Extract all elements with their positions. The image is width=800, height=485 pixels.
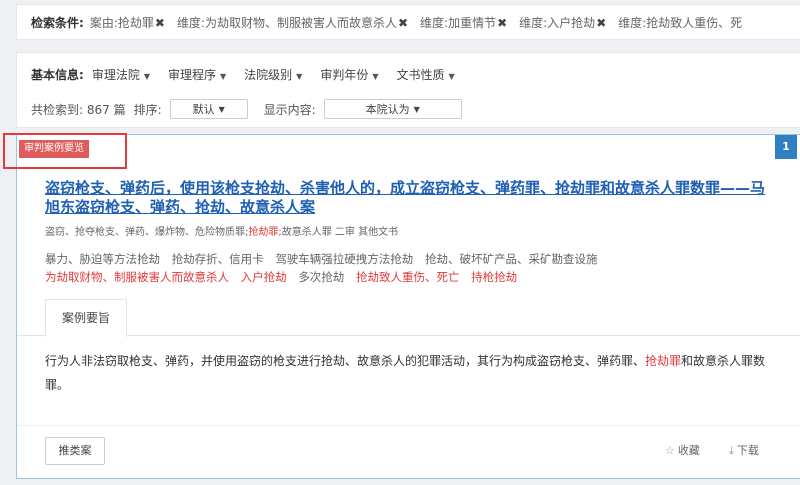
case-summary: 行为人非法窃取枪支、弹药，并使用盗窃的枪支进行抢劫、故意杀人的犯罪活动，其行为构… [45,354,766,392]
remove-icon[interactable]: ✖ [497,16,507,30]
similar-cases-button[interactable]: 推类案 [45,437,105,465]
tab-case-gist[interactable]: 案例要旨 [45,299,127,337]
dropdown-court-level[interactable]: 法院级别 ▼ [244,66,302,83]
keyword-highlighted[interactable]: 抢劫致人重伤、死亡 [356,270,460,284]
remove-icon[interactable]: ✖ [155,16,165,30]
case-card: 审判案例要览 1 盗窃枪支、弹药后，使用该枪支抢劫、杀害他人的，成立盗窃枪支、弹… [3,133,800,479]
caret-down-icon: ▼ [143,72,150,81]
case-meta: 盗窃、抢夺枪支、弹药、爆炸物、危险物质罪;抢劫罪;故意杀人罪 二审 其他文书 [45,227,399,238]
caret-down-icon: ▼ [220,72,227,81]
caret-down-icon: ▼ [448,72,455,81]
result-number-badge: 1 [775,135,797,159]
caret-down-icon: ▼ [296,72,303,81]
case-tabs: 案例要旨 [17,299,800,337]
basic-info-panel: 基本信息: 审理法院 ▼ 审理程序 ▼ 法院级别 ▼ 审判年份 ▼ 文书性质 ▼ 共检索到… [16,52,800,128]
dropdown-procedure[interactable]: 审理程序 ▼ [168,66,226,83]
caret-down-icon: ▼ [413,104,420,114]
caret-down-icon: ▼ [372,72,379,81]
filter-tag[interactable]: 维度:入户抢劫✖ [519,14,606,31]
filter-tag[interactable]: 案由:抢劫罪✖ [90,14,165,31]
result-count: 共检索到: 867 篇 [31,102,126,117]
dropdown-doc-type[interactable]: 文书性质 ▼ [397,66,455,83]
basic-info-label: 基本信息: [31,68,84,82]
keyword[interactable]: 抢劫、破坏矿产品、采矿勘查设施 [425,252,598,266]
sort-label: 排序: [133,102,162,117]
keyword[interactable]: 抢劫存折、信用卡 [172,252,264,266]
sort-select[interactable]: 默认 ▼ [169,99,248,119]
keyword[interactable]: 多次抢劫 [298,270,344,284]
keyword[interactable]: 暴力、胁迫等方法抢劫 [45,252,160,266]
keyword[interactable]: 驾驶车辆强拉硬拽方法抢劫 [275,252,413,266]
display-select[interactable]: 本院认为 ▼ [323,99,462,119]
dropdown-year[interactable]: 审判年份 ▼ [320,66,378,83]
keyword-highlighted[interactable]: 持枪抢劫 [471,270,517,284]
card-footer: 推类案 ☆ 收藏 ⤓ 下载 [17,425,800,485]
filter-bar: 检索条件: 案由:抢劫罪✖ 维度:为劫取财物、制服被害人而故意杀人✖ 维度:加重… [16,4,800,40]
filter-tag[interactable]: 维度:抢劫致人重伤、死 [618,14,742,31]
filter-tag[interactable]: 维度:加重情节✖ [420,14,507,31]
keyword-highlighted[interactable]: 为劫取财物、制服被害人而故意杀人 [45,270,229,284]
case-title-link[interactable]: 盗窃枪支、弹药后，使用该枪支抢劫、杀害他人的，成立盗窃枪支、弹药罪、抢劫罪和故意… [45,179,775,217]
keyword-list: 暴力、胁迫等方法抢劫 抢劫存折、信用卡 驾驶车辆强拉硬拽方法抢劫 抢劫、破坏矿产… [45,250,605,286]
remove-icon[interactable]: ✖ [398,16,408,30]
download-icon: ⤓ [729,444,734,457]
highlight-box [3,133,127,169]
star-icon: ☆ [665,444,675,457]
display-label: 显示内容: [263,102,316,117]
remove-icon[interactable]: ✖ [596,16,606,30]
caret-down-icon: ▼ [218,104,225,114]
favorite-button[interactable]: ☆ 收藏 [665,442,700,458]
keyword-highlighted[interactable]: 入户抢劫 [241,270,287,284]
dropdown-court[interactable]: 审理法院 ▼ [92,66,150,83]
download-button[interactable]: ⤓ 下载 [729,442,759,458]
filter-label: 检索条件: [31,15,84,30]
filter-tag[interactable]: 维度:为劫取财物、制服被害人而故意杀人✖ [177,14,408,31]
